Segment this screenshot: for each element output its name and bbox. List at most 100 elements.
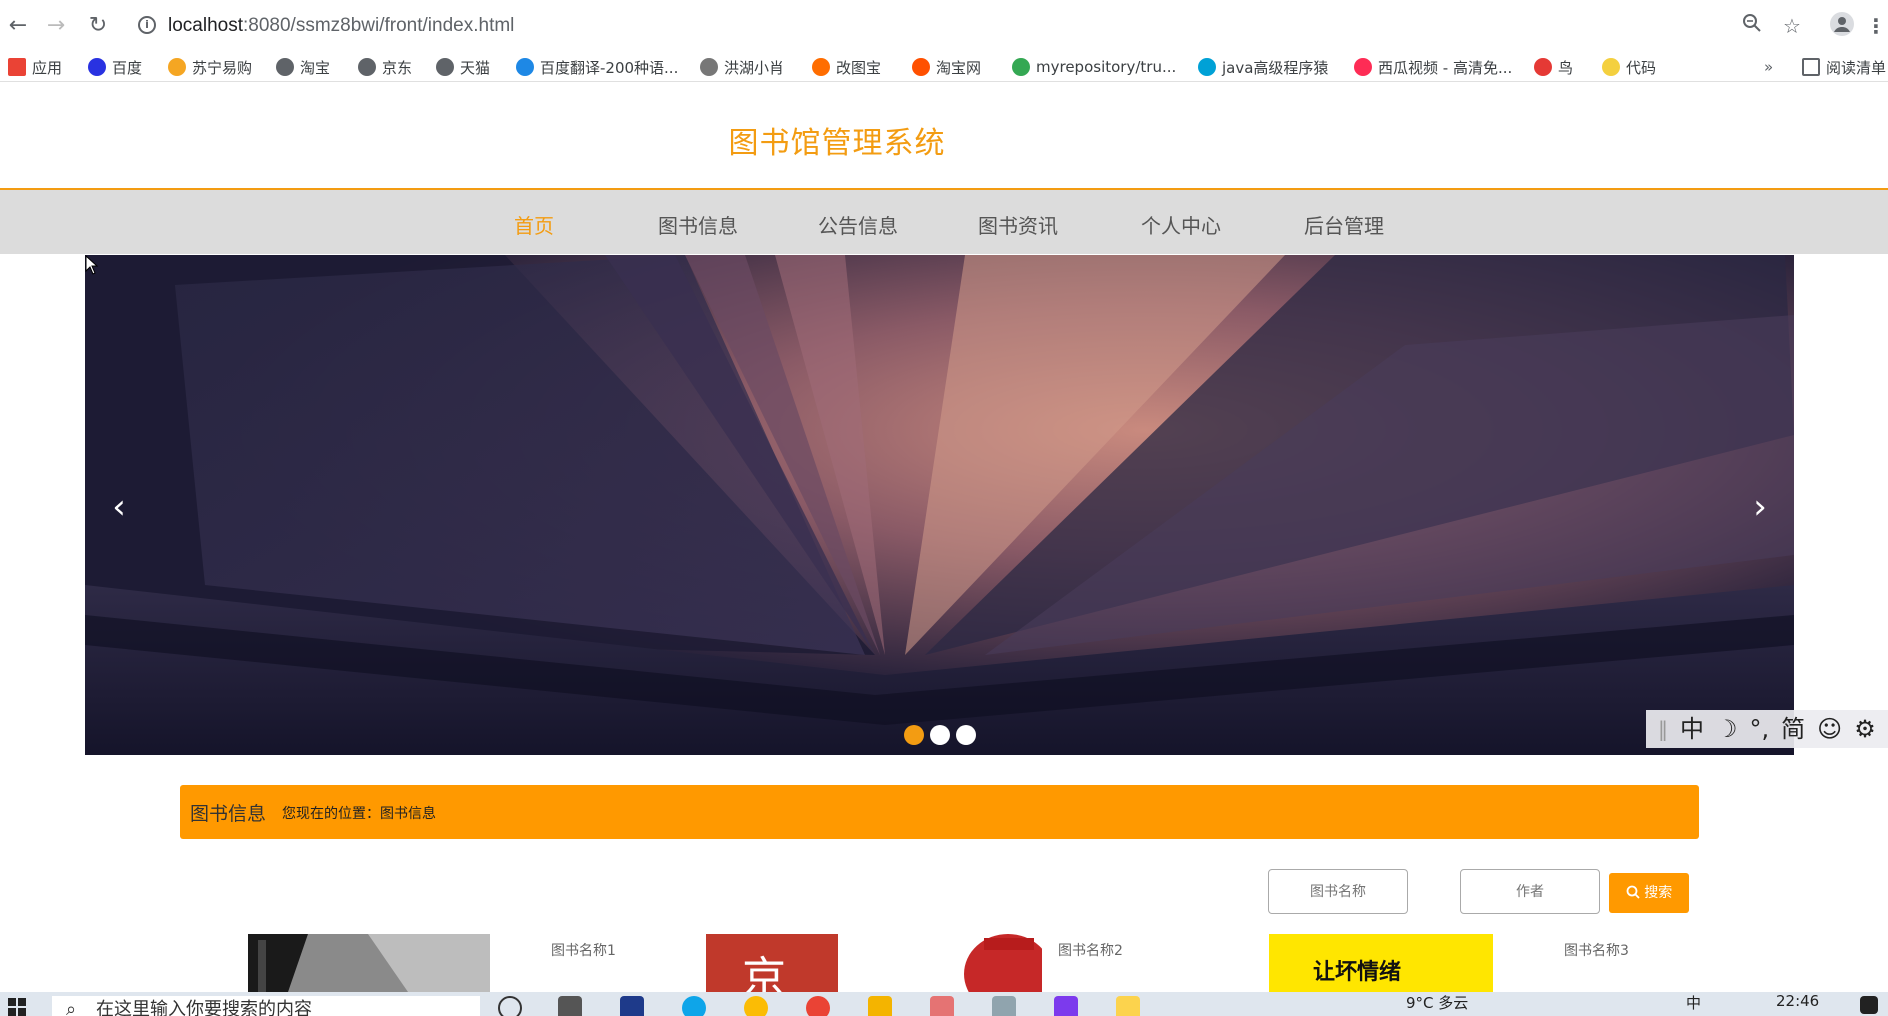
bookmark-item[interactable]: 洪湖小肖 xyxy=(700,56,784,78)
menu-kebab-icon[interactable]: ⋮ xyxy=(1862,12,1888,40)
bookmark-item[interactable]: 苏宁易购 xyxy=(168,56,252,78)
nav-item-home[interactable]: 首页 xyxy=(514,210,554,239)
ime-punctuation-button[interactable]: °, xyxy=(1750,711,1770,747)
nav-item-admin[interactable]: 后台管理 xyxy=(1304,210,1384,239)
notification-icon[interactable] xyxy=(1860,996,1878,1014)
profile-avatar-icon[interactable] xyxy=(1828,12,1856,40)
book-name-search-input[interactable] xyxy=(1268,869,1408,914)
carousel-prev-button[interactable]: ‹ xyxy=(104,487,134,527)
bookmark-item[interactable]: 天猫 xyxy=(436,56,490,78)
back-icon[interactable]: ← xyxy=(4,12,32,40)
zoom-icon[interactable] xyxy=(1738,12,1766,40)
ime-toolbar[interactable]: ‖ 中 ☽ °, 简 ☺ ⚙ xyxy=(1646,710,1888,748)
carousel-dot[interactable] xyxy=(956,725,976,745)
bookmark-label: 百度 xyxy=(112,58,143,77)
bookmark-item[interactable]: 淘宝网 xyxy=(912,56,981,78)
url-text[interactable]: localhost:8080/ssmz8bwi/front/index.html xyxy=(168,15,514,37)
taskbar-search-box[interactable]: ⌕ 在这里输入你要搜索的内容 xyxy=(52,996,480,1016)
browser-toolbar: ← → ↻ i localhost:8080/ssmz8bwi/front/in… xyxy=(0,0,1888,52)
book-cover-2[interactable]: 京 xyxy=(706,934,838,992)
bookmark-label: 鸟 xyxy=(1558,58,1574,77)
ime-moon-icon[interactable]: ☽ xyxy=(1716,711,1738,747)
book-cover-3-text: 让坏情绪 xyxy=(1313,960,1402,985)
author-search-input[interactable] xyxy=(1460,869,1600,914)
bookmark-item[interactable]: 西瓜视频 - 高清免... xyxy=(1354,56,1512,78)
reading-list-label: 阅读清单 xyxy=(1826,58,1887,77)
book-name-1[interactable]: 图书名称1 xyxy=(551,940,616,960)
book-cover-2b[interactable] xyxy=(958,934,1042,992)
banner-image xyxy=(85,255,1794,755)
edge-icon[interactable] xyxy=(682,996,706,1016)
reload-icon[interactable]: ↻ xyxy=(84,12,112,40)
search-button[interactable]: 搜索 xyxy=(1609,873,1689,913)
bookmark-label: 百度翻译-200种语... xyxy=(540,58,679,77)
bookmark-item[interactable]: 改图宝 xyxy=(812,56,881,78)
main-nav: 首页 图书信息 公告信息 图书资讯 个人中心 后台管理 xyxy=(0,190,1888,254)
bookmarks-bar: 应用 百度 苏宁易购 淘宝 京东 天猫 百度翻译-200种语... 洪湖小肖 改图宝 淘宝网 myr… xyxy=(0,52,1888,82)
chrome-active-icon[interactable] xyxy=(806,996,830,1016)
app-icon[interactable] xyxy=(992,996,1016,1016)
bookmark-label: 代码 xyxy=(1626,58,1657,77)
carousel-dot[interactable] xyxy=(930,725,950,745)
moon-icon xyxy=(1602,58,1620,76)
bookmark-label: 西瓜视频 - 高清免... xyxy=(1378,58,1513,77)
taskbar-ime-indicator[interactable]: 中 xyxy=(1686,992,1701,1013)
ime-drag-handle-icon[interactable]: ‖ xyxy=(1658,711,1668,747)
url-host: localhost xyxy=(168,15,243,36)
reading-list-button[interactable]: 阅读清单 xyxy=(1802,56,1886,78)
visual-studio-icon[interactable] xyxy=(620,996,644,1016)
forward-icon[interactable]: → xyxy=(42,12,70,40)
book-name-3[interactable]: 图书名称3 xyxy=(1564,940,1629,960)
ime-emoji-icon[interactable]: ☺ xyxy=(1817,711,1842,747)
globe-icon xyxy=(436,58,454,76)
paint-icon[interactable] xyxy=(930,996,954,1016)
book-cover-3[interactable]: 让坏情绪 xyxy=(1269,934,1493,992)
bookmarks-more-button[interactable]: » xyxy=(1764,56,1773,78)
taskbar-search-icon: ⌕ xyxy=(66,999,77,1016)
site-info-icon[interactable]: i xyxy=(138,16,156,34)
url-path: :8080/ssmz8bwi/front/index.html xyxy=(243,15,515,36)
clock-time[interactable]: 22:46 xyxy=(1776,992,1819,1010)
bookmark-item[interactable]: myrepository/tru... xyxy=(1012,56,1176,78)
ime-chinese-mode-button[interactable]: 中 xyxy=(1680,711,1704,747)
nav-item-book-news[interactable]: 图书资讯 xyxy=(978,210,1058,239)
bookmark-item[interactable]: 鸟 xyxy=(1534,56,1573,78)
ime-simplified-button[interactable]: 简 xyxy=(1781,711,1805,747)
globe-icon xyxy=(358,58,376,76)
nav-item-personal-center[interactable]: 个人中心 xyxy=(1141,210,1221,239)
bookmark-item[interactable]: 京东 xyxy=(358,56,412,78)
ime-settings-icon[interactable]: ⚙ xyxy=(1854,711,1876,747)
carousel-dot[interactable] xyxy=(904,725,924,745)
intellij-icon[interactable] xyxy=(1054,996,1078,1016)
nav-item-announcements[interactable]: 公告信息 xyxy=(818,210,898,239)
book-cover-1[interactable] xyxy=(248,934,490,992)
bookmark-label: 改图宝 xyxy=(836,58,882,77)
site-title: 图书馆管理系统 xyxy=(728,126,946,161)
carousel-next-button[interactable]: › xyxy=(1745,487,1775,527)
task-view-icon[interactable] xyxy=(558,996,582,1016)
banner-carousel[interactable]: ‹ › xyxy=(85,255,1794,755)
bookmark-item[interactable]: 应用 xyxy=(8,56,62,78)
bookmark-label: myrepository/tru... xyxy=(1036,58,1177,76)
bookmark-label: 京东 xyxy=(382,58,413,77)
nav-item-book-info[interactable]: 图书信息 xyxy=(658,210,738,239)
bookmark-item[interactable]: 百度翻译-200种语... xyxy=(516,56,678,78)
cortana-icon[interactable] xyxy=(498,996,522,1016)
reading-list-icon xyxy=(1802,58,1820,76)
folder-icon[interactable] xyxy=(1116,996,1140,1016)
bookmark-label: 洪湖小肖 xyxy=(724,58,785,77)
windows-start-icon[interactable] xyxy=(8,998,26,1016)
bookmark-item[interactable]: 淘宝 xyxy=(276,56,330,78)
file-explorer-icon[interactable] xyxy=(868,996,892,1016)
bookmark-item[interactable]: 代码 xyxy=(1602,56,1656,78)
book-name-2[interactable]: 图书名称2 xyxy=(1058,940,1123,960)
chrome-icon[interactable] xyxy=(744,996,768,1016)
address-bar[interactable]: i localhost:8080/ssmz8bwi/front/index.ht… xyxy=(128,8,1768,44)
bookmark-label: 天猫 xyxy=(460,58,491,77)
bookmark-item[interactable]: 百度 xyxy=(88,56,142,78)
globe-icon xyxy=(276,58,294,76)
bookmark-item[interactable]: java高级程序猿 xyxy=(1198,56,1328,78)
weather-text[interactable]: 9°C 多云 xyxy=(1406,992,1468,1013)
bookmark-star-icon[interactable]: ☆ xyxy=(1778,12,1806,40)
search-icon xyxy=(1626,885,1644,901)
